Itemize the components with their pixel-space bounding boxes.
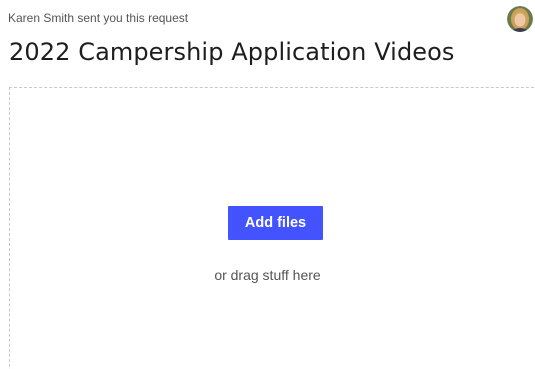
page-title: 2022 Campership Application Videos xyxy=(9,38,455,66)
user-avatar-icon[interactable] xyxy=(507,6,533,32)
requester-line: Karen Smith sent you this request xyxy=(8,11,189,25)
add-files-button[interactable]: Add files xyxy=(228,206,323,240)
drag-hint-text: or drag stuff here xyxy=(214,267,321,283)
avatar-image xyxy=(507,6,533,32)
